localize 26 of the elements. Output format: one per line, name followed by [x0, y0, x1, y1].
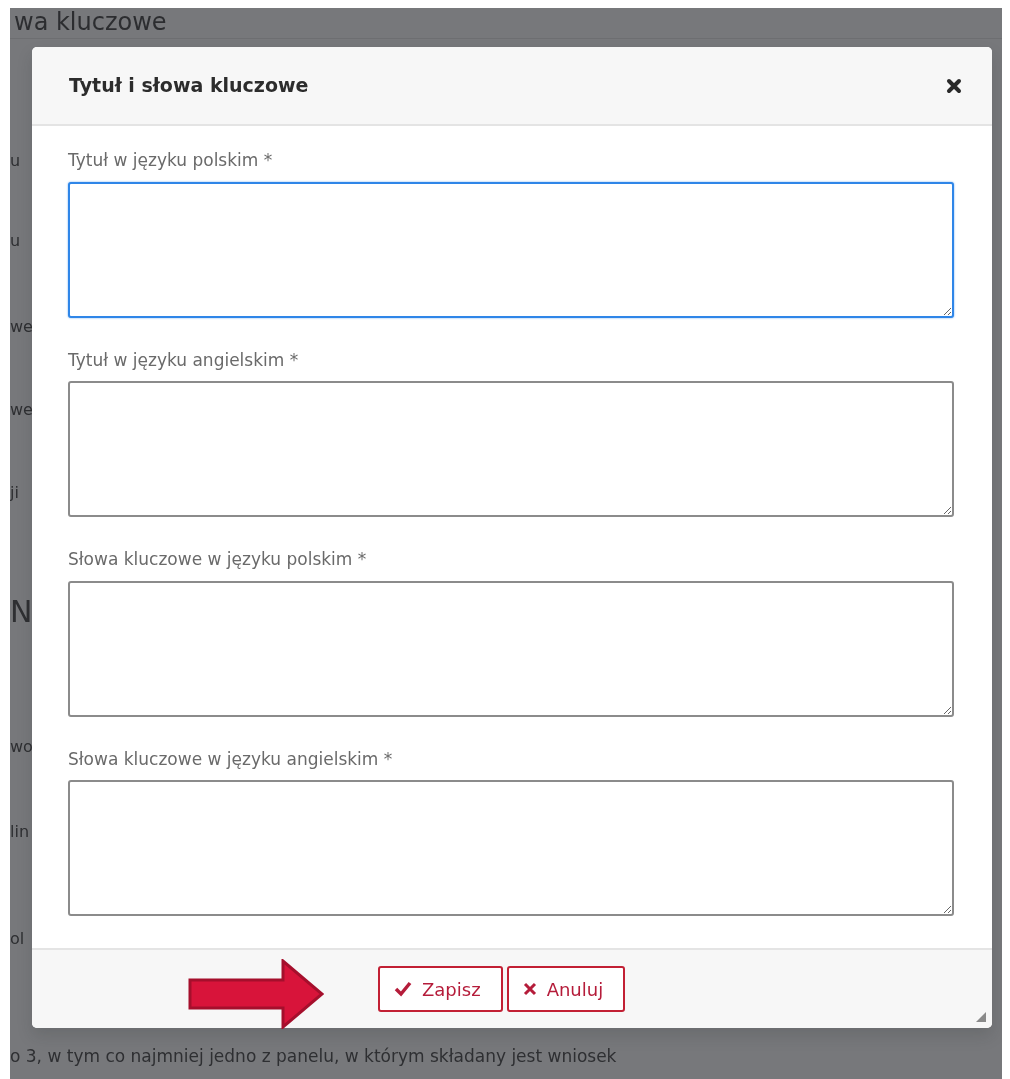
close-icon[interactable]	[946, 77, 962, 94]
text-area[interactable]	[68, 181, 954, 318]
page-heading: wa kluczowe	[10, 10, 1002, 39]
page-text: lin	[10, 822, 31, 842]
page-heading: N	[10, 595, 32, 629]
close-icon	[522, 982, 537, 996]
save-button[interactable]: Zapisz	[378, 966, 503, 1012]
check-icon	[394, 981, 412, 997]
page-text: u	[10, 151, 22, 171]
page-text: ji	[10, 483, 20, 503]
field-label: Tytuł w języku polskim *	[68, 149, 274, 172]
text-area[interactable]	[68, 780, 954, 916]
page-text: u	[10, 231, 22, 251]
text-area[interactable]	[68, 381, 954, 517]
page-text: wo	[10, 737, 32, 757]
field-label: Słowa kluczowe w języku angielskim *	[68, 747, 394, 771]
cancel-button[interactable]: Anuluj	[506, 966, 626, 1012]
page-text: ol	[10, 929, 26, 949]
page-text: o 3, w tym co najmniej jedno z panelu, w którym składany jest wniosek	[10, 1045, 617, 1068]
text-area[interactable]	[68, 580, 954, 717]
field-label: Tytuł w języku angielskim *	[68, 348, 300, 372]
page-text: we	[10, 400, 32, 420]
dialog-title: Tytuł i słowa kluczowe	[69, 73, 309, 99]
field-label: Słowa kluczowe w języku polskim *	[68, 548, 368, 571]
resize-grip-icon[interactable]	[976, 1012, 986, 1022]
page-text: we	[10, 317, 32, 337]
